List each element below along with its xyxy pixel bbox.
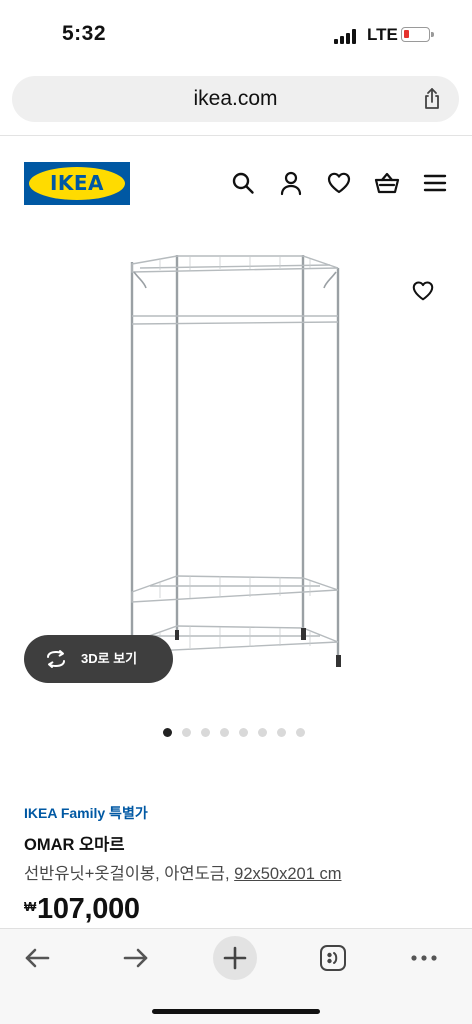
carousel-dot[interactable]	[182, 728, 191, 737]
carousel-dot[interactable]	[277, 728, 286, 737]
menu-icon[interactable]	[422, 170, 448, 196]
search-icon[interactable]	[230, 170, 256, 196]
new-tab-button[interactable]	[213, 936, 257, 980]
carousel-dot[interactable]	[220, 728, 229, 737]
basket-icon[interactable]	[374, 170, 400, 196]
signal-strength-icon	[334, 28, 358, 44]
divider	[0, 135, 472, 136]
view-in-3d-button[interactable]: 3D로 보기	[24, 635, 173, 683]
network-type: LTE	[367, 25, 398, 44]
view-in-3d-label: 3D로 보기	[81, 651, 138, 666]
user-icon[interactable]	[278, 170, 304, 196]
ikea-logo[interactable]: IKEA	[24, 162, 130, 205]
carousel-dot[interactable]	[258, 728, 267, 737]
home-indicator	[152, 1009, 320, 1014]
product-description: 선반유닛+옷걸이봉, 아연도금, 92x50x201 cm	[24, 860, 341, 884]
product-name[interactable]: OMAR 오마르	[24, 831, 125, 855]
plus-icon	[223, 946, 247, 970]
status-bar: 5:32 LTE	[0, 0, 472, 70]
battery-icon	[401, 27, 434, 42]
product-type: 선반유닛+옷걸이봉, 아연도금,	[24, 865, 230, 883]
rotate-3d-icon	[47, 650, 65, 668]
carousel-dot[interactable]	[296, 728, 305, 737]
carousel-dot[interactable]	[239, 728, 248, 737]
carousel-dot[interactable]	[201, 728, 210, 737]
product-size-link[interactable]: 92x50x201 cm	[234, 865, 341, 883]
share-icon[interactable]	[420, 87, 444, 111]
price-value: 107,000	[37, 893, 140, 925]
forward-arrow-icon[interactable]	[121, 943, 151, 973]
heart-icon[interactable]	[326, 170, 352, 196]
url-text[interactable]: ikea.com	[12, 76, 459, 122]
tabs-icon[interactable]	[318, 943, 348, 973]
more-icon[interactable]	[409, 943, 439, 973]
address-bar[interactable]: ikea.com	[12, 76, 459, 122]
carousel-dot[interactable]	[163, 728, 172, 737]
add-to-favourites-icon[interactable]	[411, 279, 435, 303]
currency-symbol: ₩	[24, 899, 37, 914]
family-price-label: IKEA Family 특별가	[24, 805, 148, 821]
logo-text: IKEA	[49, 171, 105, 195]
back-arrow-icon[interactable]	[22, 943, 52, 973]
status-time: 5:32	[62, 22, 107, 45]
